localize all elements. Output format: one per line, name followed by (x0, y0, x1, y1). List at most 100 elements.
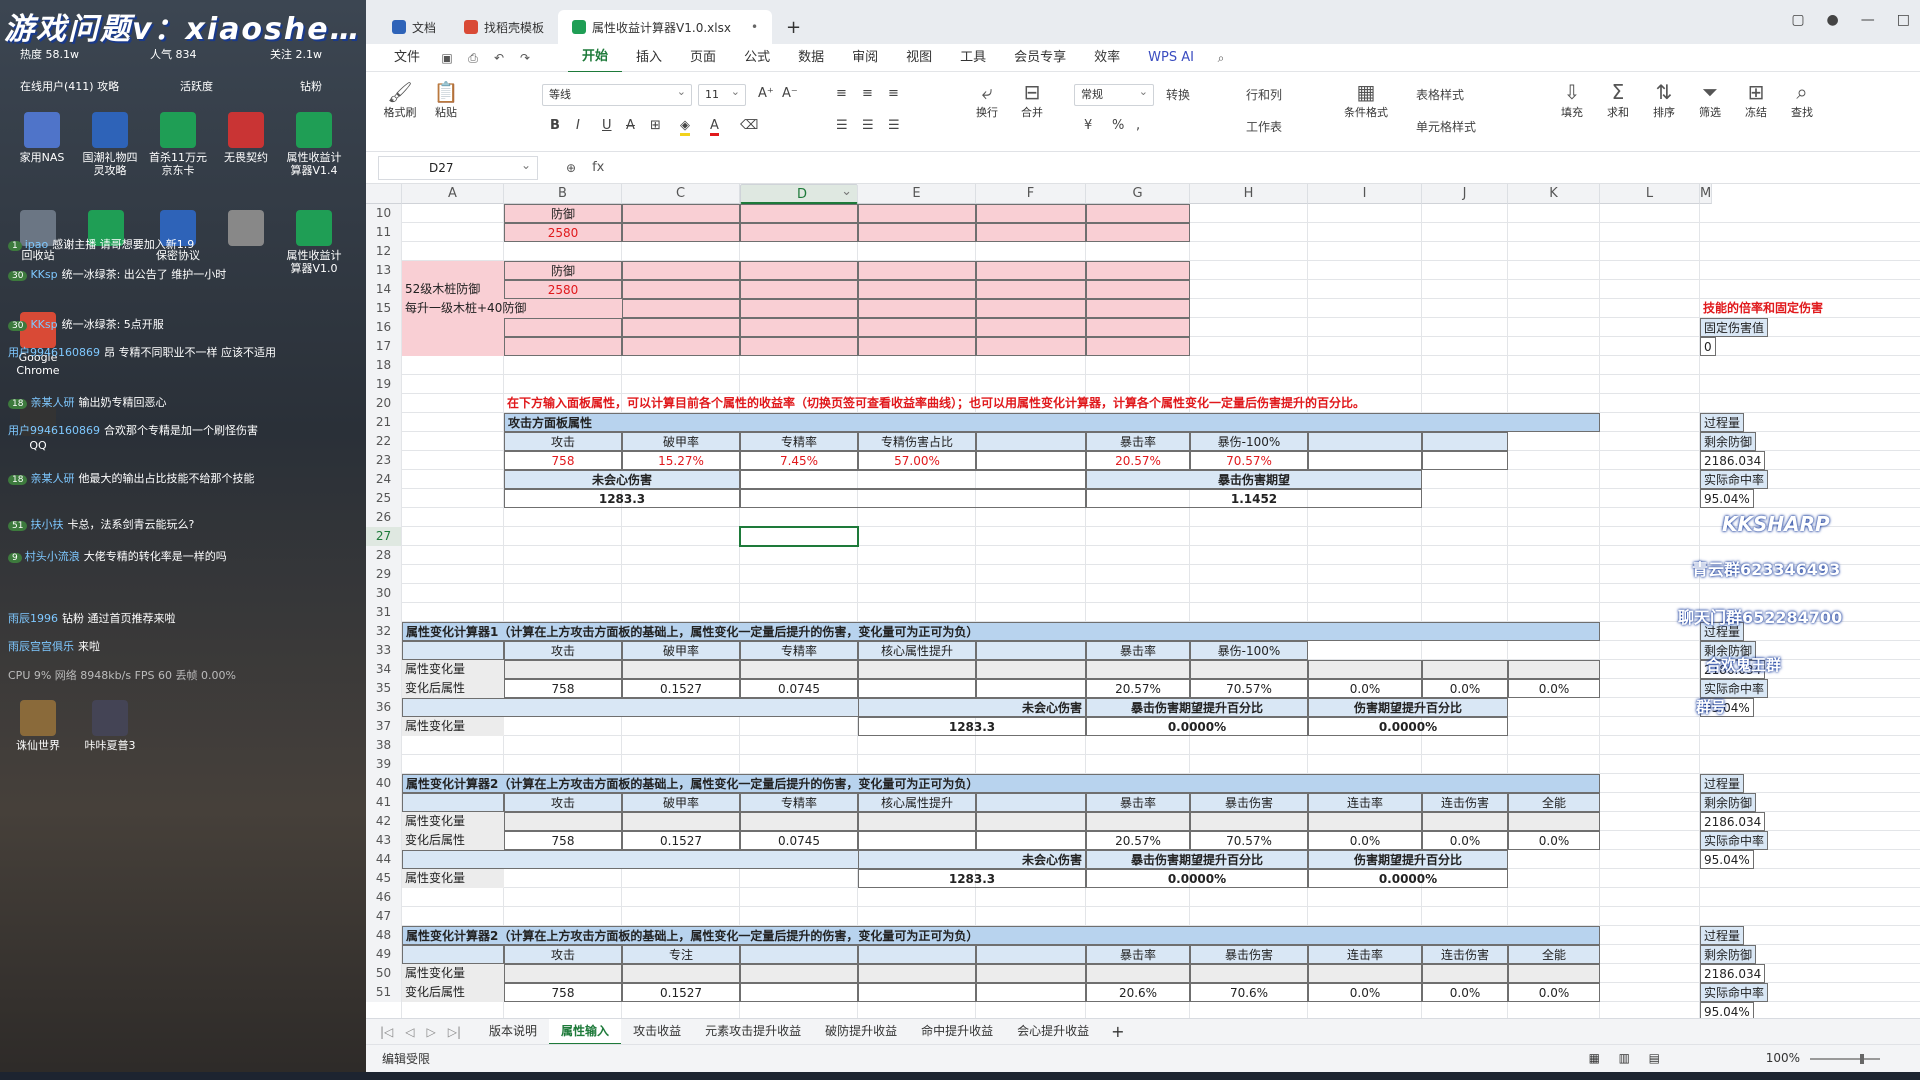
row-header[interactable]: 17 (366, 337, 402, 356)
blank-cell[interactable] (402, 793, 504, 812)
selected-cell[interactable] (739, 526, 859, 547)
calc-after-value[interactable]: 0.1527 (622, 679, 740, 698)
calc-header[interactable] (740, 945, 858, 964)
find-button[interactable]: ⌕ 查找 (1782, 80, 1822, 120)
name-box[interactable]: D27 (378, 154, 538, 180)
row-header[interactable]: 38 (366, 736, 402, 755)
calc-header[interactable]: 全能 (1508, 793, 1600, 812)
pink-cell[interactable] (622, 337, 740, 356)
menu-tools[interactable]: 工具 (946, 44, 1000, 72)
column-header[interactable]: G (1086, 184, 1190, 204)
menu-formula[interactable]: 公式 (730, 44, 784, 72)
calc-header[interactable]: 攻击 (504, 945, 622, 964)
zoom-icon[interactable]: ⊕ (566, 161, 576, 175)
hit-rate-label[interactable]: 实际命中率 (1700, 831, 1769, 850)
tab-templates[interactable]: 找稻壳模板 (450, 10, 558, 44)
cond-format-button[interactable]: ▦ 条件格式 (1334, 80, 1398, 120)
input-cell[interactable] (504, 812, 622, 831)
input-cell[interactable] (740, 964, 858, 983)
calc-after-value[interactable]: 0.0745 (740, 831, 858, 850)
table-style-button[interactable]: 表格样式 (1416, 86, 1464, 103)
panel-value[interactable]: 758 (504, 451, 622, 470)
remain-def-label[interactable]: 剩余防御 (1700, 432, 1757, 451)
calc-after-value[interactable]: 0.0% (1308, 679, 1422, 698)
menu-efficiency[interactable]: 效率 (1080, 44, 1134, 72)
sum-value[interactable]: 0.0000% (1308, 717, 1508, 736)
row-header[interactable]: 12 (366, 242, 402, 261)
input-cell[interactable] (858, 964, 976, 983)
desktop-icon[interactable]: 属性收益计算器V1.0 (282, 210, 346, 275)
row-header[interactable]: 40 (366, 774, 402, 793)
input-cell[interactable] (740, 812, 858, 831)
row-header[interactable]: 46 (366, 888, 402, 907)
pink-cell[interactable] (622, 204, 740, 223)
calc-after-value[interactable] (858, 983, 976, 1002)
change-label[interactable]: 属性变化量 (402, 717, 504, 736)
blank-cell[interactable] (1422, 451, 1508, 470)
crit-exp-label[interactable]: 暴击伤害期望 (1086, 470, 1422, 489)
calc-after-value[interactable] (976, 679, 1086, 698)
fx-icon[interactable]: fx (592, 160, 604, 175)
blank-cell[interactable] (1308, 432, 1422, 451)
calc-after-value[interactable] (976, 831, 1086, 850)
input-cell[interactable] (1508, 964, 1600, 983)
input-cell[interactable] (1422, 812, 1508, 831)
sum-header[interactable]: 伤害期望提升百分比 (1308, 698, 1508, 717)
restore-icon[interactable]: ▢ (1791, 12, 1804, 28)
pink-cell[interactable] (976, 299, 1086, 318)
calc-header[interactable]: 全能 (1508, 945, 1600, 964)
percent-icon[interactable]: % (1112, 118, 1124, 133)
input-cell[interactable] (1508, 812, 1600, 831)
row-header[interactable]: 22 (366, 432, 402, 451)
pink-cell[interactable] (858, 261, 976, 280)
pink-cell[interactable] (976, 204, 1086, 223)
row-col-button[interactable]: 行和列 (1246, 86, 1282, 103)
calc-header[interactable]: 暴击伤害 (1190, 945, 1308, 964)
change-label[interactable]: 属性变化量 (402, 812, 504, 831)
row-header[interactable]: 19 (366, 375, 402, 394)
pink-cell[interactable] (740, 261, 858, 280)
avatar[interactable]: ● (1827, 12, 1839, 28)
row-header[interactable]: 23 (366, 451, 402, 470)
panel-value[interactable]: 20.57% (1086, 451, 1190, 470)
underline-icon[interactable]: U (602, 118, 612, 133)
sum-value[interactable]: 0.0000% (1086, 869, 1308, 888)
sheet-tab[interactable]: 版本说明 (477, 1019, 549, 1045)
defense-value[interactable]: 2580 (504, 223, 622, 242)
panel-header[interactable]: 专精率 (740, 432, 858, 451)
menu-file[interactable]: 文件 (380, 44, 434, 72)
calc-header[interactable]: 暴击率 (1086, 641, 1190, 660)
row-header[interactable]: 13 (366, 261, 402, 280)
panel-value[interactable]: 7.45% (740, 451, 858, 470)
hit-rate-label[interactable]: 实际命中率 (1700, 470, 1769, 489)
panel-value[interactable]: 57.00% (858, 451, 976, 470)
menu-insert[interactable]: 插入 (622, 44, 676, 72)
remain-def-value[interactable]: 2186.034 (1700, 964, 1766, 983)
input-cell[interactable] (622, 812, 740, 831)
pink-cell[interactable] (740, 299, 858, 318)
input-cell[interactable] (504, 660, 622, 679)
calc-header[interactable]: 核心属性提升 (858, 793, 976, 812)
menu-member[interactable]: 会员专享 (1000, 44, 1080, 72)
calc-header[interactable]: 破甲率 (622, 641, 740, 660)
undo-icon[interactable]: ↶ (492, 51, 506, 65)
italic-icon[interactable]: I (576, 118, 580, 133)
blank-cell[interactable] (1764, 318, 1804, 337)
menu-data[interactable]: 数据 (784, 44, 838, 72)
fill-color-icon[interactable]: ◈ (680, 118, 690, 136)
calc-header[interactable]: 专精率 (740, 641, 858, 660)
blank-cell[interactable] (740, 489, 1086, 508)
input-cell[interactable] (1508, 660, 1600, 679)
pink-cell[interactable] (858, 299, 976, 318)
pink-cell[interactable] (858, 337, 976, 356)
input-cell[interactable] (976, 812, 1086, 831)
calc-header[interactable]: 专注 (622, 945, 740, 964)
add-sheet-icon[interactable]: + (1111, 1022, 1124, 1041)
calc-after-value[interactable]: 70.6% (1190, 983, 1308, 1002)
sum-value[interactable]: 0.0000% (1308, 869, 1508, 888)
row-header[interactable]: 24 (366, 470, 402, 489)
calc-header[interactable]: 暴击伤害 (1190, 793, 1308, 812)
sort-button[interactable]: ⇅ 排序 (1644, 80, 1684, 120)
row-header[interactable]: 14 (366, 280, 402, 299)
crit-exp-value[interactable]: 1.1452 (1086, 489, 1422, 508)
